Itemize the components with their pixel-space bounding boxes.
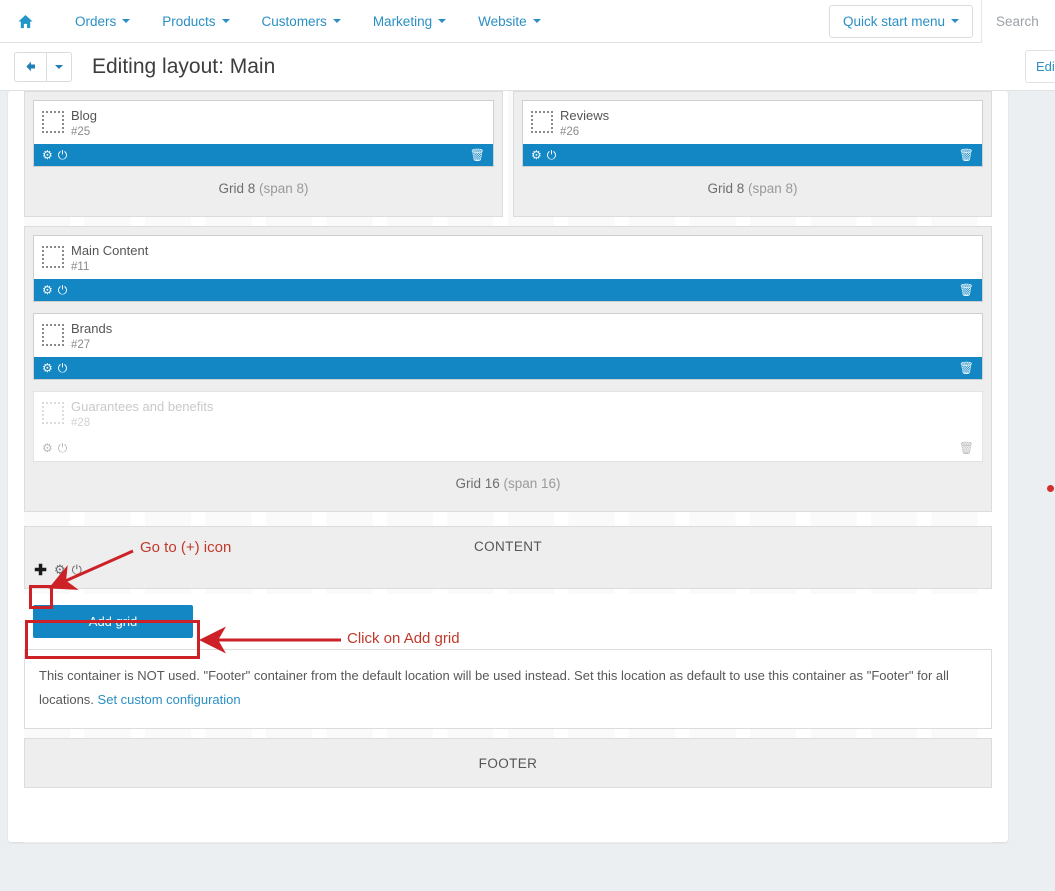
annotation-overlay <box>48 549 341 654</box>
highlight-box-add-grid <box>25 620 200 659</box>
annotation-label-click-add-grid: Click on Add grid <box>347 630 460 647</box>
annotation-arrow-plus <box>48 549 134 590</box>
annotation-label-go-to-plus: Go to (+) icon <box>140 539 232 556</box>
cursor-marker-dot <box>1047 485 1054 492</box>
highlight-box-plus-icon <box>29 585 53 609</box>
